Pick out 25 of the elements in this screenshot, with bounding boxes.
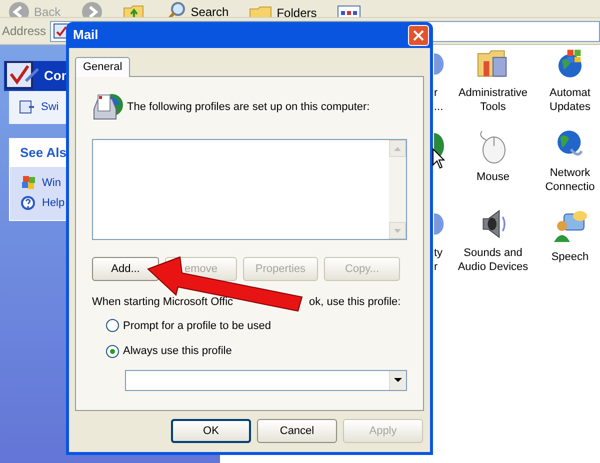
intro-text: The following profiles are set up on this computer: [127, 100, 370, 115]
startup-text: ok, use this profile: [309, 295, 401, 310]
control-panel-item[interactable]: Network Connectio [545, 166, 595, 194]
control-panel-item[interactable]: Mouse [476, 170, 510, 184]
search-toolbar-button[interactable]: Search [164, 1, 229, 17]
radio-label: Prompt for a profile to be used [123, 318, 271, 334]
task-link[interactable]: Swi [41, 99, 59, 116]
control-panel-item[interactable]: ty r [434, 246, 443, 274]
dialog-button[interactable]: OK [171, 419, 251, 443]
see-also-link[interactable]: Win [42, 174, 61, 191]
control-panel-item[interactable]: Administrative Tools [458, 86, 528, 114]
panel-title: See Als [20, 144, 66, 162]
control-panel-item[interactable]: Automat Updates [550, 86, 590, 114]
radio-label: Always use this profile [123, 344, 232, 359]
address-label: Address [2, 23, 46, 40]
dialog-button[interactable]: Cancel [257, 419, 337, 443]
control-panel-item[interactable]: Speech [551, 250, 589, 264]
control-panel-item[interactable]: Sounds and Audio Devices [458, 246, 528, 274]
control-panel-item[interactable]: r ... [434, 86, 444, 114]
window-title: Mail [73, 26, 98, 44]
see-also-link[interactable]: Help [42, 195, 65, 212]
tab[interactable]: General [75, 57, 130, 77]
startup-text: When starting Microsoft Offic [92, 295, 234, 310]
folders-toolbar-button[interactable]: Folders [248, 3, 317, 17]
profile-button[interactable]: Add... [92, 257, 159, 281]
